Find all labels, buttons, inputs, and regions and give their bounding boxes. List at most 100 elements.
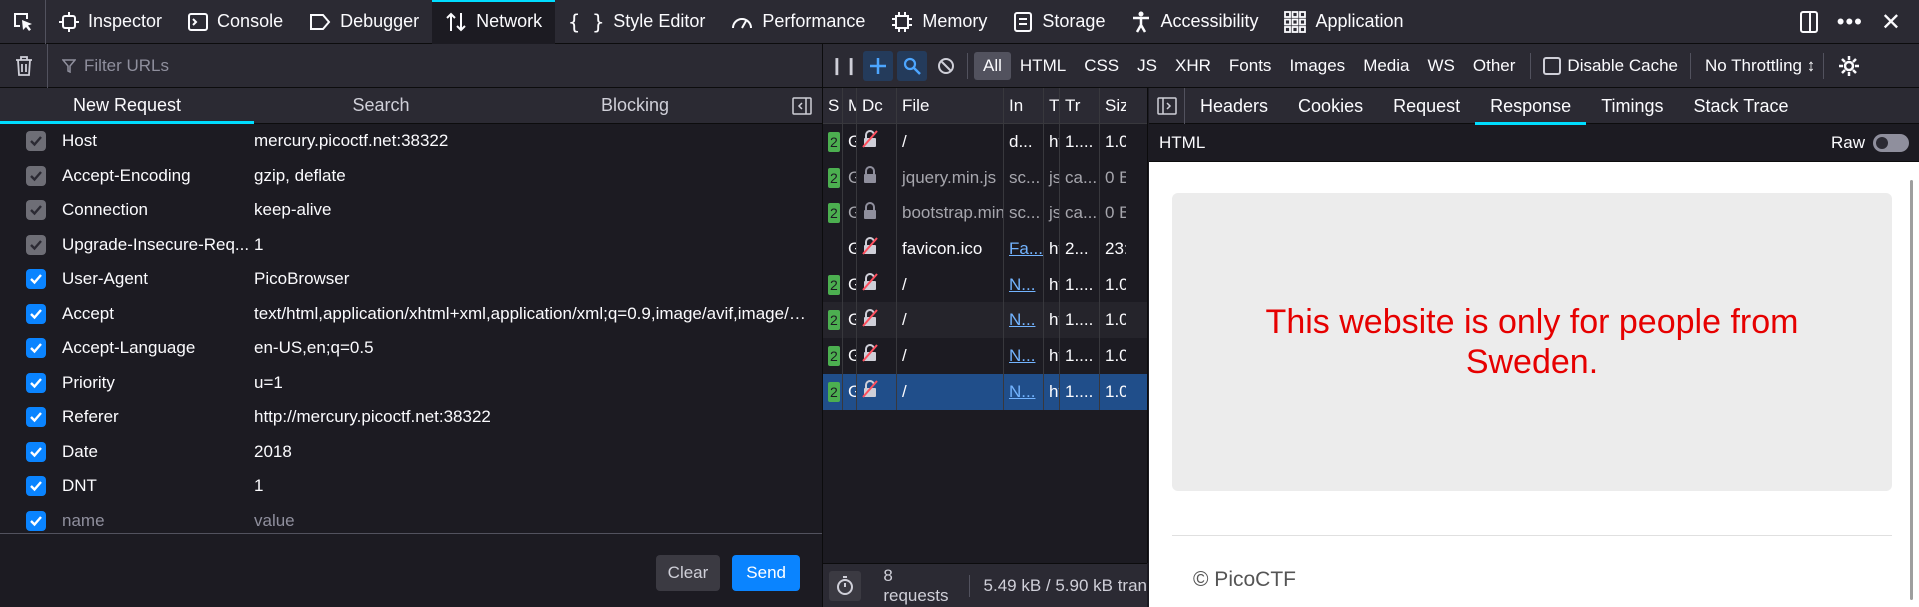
header-checkbox[interactable] (26, 338, 46, 359)
header-checkbox[interactable] (26, 165, 46, 186)
filter-type-html[interactable]: HTML (1011, 52, 1075, 80)
request-row[interactable]: 2G / N... ht 1.... 1.0 (823, 373, 1147, 410)
header-name-field[interactable]: Accept-Language (62, 338, 254, 358)
header-checkbox[interactable] (26, 234, 46, 255)
toggle-sidebar-icon[interactable] (1149, 87, 1185, 124)
search-icon[interactable] (897, 50, 927, 81)
header-value-field[interactable]: 2018 (254, 442, 814, 462)
header-value-field[interactable]: mercury.picoctf.net:38322 (254, 131, 814, 151)
filter-type-js[interactable]: JS (1128, 52, 1166, 80)
pause-icon[interactable]: ❙❙ (829, 51, 859, 81)
tab-accessibility[interactable]: Accessibility (1118, 0, 1271, 44)
header-value-field[interactable]: http://mercury.picoctf.net:38322 (254, 407, 814, 427)
dock-side-icon[interactable] (1799, 10, 1819, 34)
element-picker-icon[interactable] (0, 0, 46, 44)
details-tab-response[interactable]: Response (1475, 88, 1587, 125)
request-row[interactable]: 2Gjquery.min.js sc... js ca... 0 B (823, 159, 1147, 196)
more-options-icon[interactable]: ••• (1837, 9, 1863, 35)
filter-type-other[interactable]: Other (1464, 52, 1525, 80)
column-domain[interactable]: Dc (857, 88, 897, 123)
details-tab-stack-trace[interactable]: Stack Trace (1679, 88, 1804, 124)
header-name-field[interactable]: User-Agent (62, 269, 254, 289)
stopwatch-icon[interactable] (829, 570, 862, 601)
throttling-select[interactable]: No Throttling ↕ (1705, 56, 1815, 76)
header-value-field[interactable]: keep-alive (254, 200, 814, 220)
details-tab-cookies[interactable]: Cookies (1283, 88, 1378, 124)
column-file[interactable]: File (897, 88, 1004, 123)
filter-type-images[interactable]: Images (1280, 52, 1354, 80)
tab-inspector[interactable]: Inspector (46, 0, 175, 44)
header-name-field[interactable]: Accept-Encoding (62, 166, 254, 186)
column-size[interactable]: Siz (1100, 88, 1126, 123)
header-value-field[interactable]: 1 (254, 476, 814, 496)
clear-button[interactable]: Clear (655, 555, 721, 591)
tab-performance[interactable]: Performance (718, 0, 878, 44)
filter-type-fonts[interactable]: Fonts (1220, 52, 1281, 80)
details-tab-headers[interactable]: Headers (1185, 88, 1283, 124)
gear-icon[interactable] (1838, 55, 1860, 77)
tab-debugger[interactable]: Debugger (296, 0, 432, 44)
tab-console[interactable]: Console (175, 0, 296, 44)
filter-urls-input[interactable]: Filter URLs (48, 56, 169, 76)
send-button[interactable]: Send (732, 555, 800, 591)
filter-type-xhr[interactable]: XHR (1166, 52, 1220, 80)
request-row[interactable]: 2G / N... ht 1.... 1.0 (823, 302, 1147, 339)
header-checkbox[interactable] (26, 407, 46, 428)
header-value-field[interactable]: PicoBrowser (254, 269, 814, 289)
header-value-field[interactable]: u=1 (254, 373, 814, 393)
request-row[interactable]: 2G / N... ht 1.... 1.0 (823, 266, 1147, 303)
new-request-icon[interactable] (863, 50, 893, 81)
header-checkbox[interactable] (26, 510, 46, 531)
header-name-field[interactable]: Referer (62, 407, 254, 427)
filter-type-media[interactable]: Media (1354, 52, 1418, 80)
block-icon[interactable] (931, 51, 961, 81)
request-row[interactable]: 2Gbootstrap.minsc... js ca... 0 B (823, 195, 1147, 232)
tab-new-request[interactable]: New Request (0, 88, 254, 124)
column-initiator[interactable]: In (1004, 88, 1044, 123)
header-name-field[interactable]: name (62, 511, 254, 531)
column-status[interactable]: S (823, 88, 843, 123)
raw-toggle[interactable]: Raw (1831, 133, 1909, 153)
preview-scrollbar[interactable] (1910, 180, 1913, 600)
tab-storage[interactable]: Storage (1000, 0, 1118, 44)
details-tab-timings[interactable]: Timings (1586, 88, 1678, 124)
tab-memory[interactable]: Memory (878, 0, 1000, 44)
header-name-field[interactable]: Date (62, 442, 254, 462)
filter-type-ws[interactable]: WS (1419, 52, 1464, 80)
header-checkbox[interactable] (26, 476, 46, 497)
collapse-panel-icon[interactable] (792, 97, 812, 115)
tab-network[interactable]: Network (432, 0, 556, 44)
trash-icon[interactable] (0, 43, 48, 88)
column-method[interactable]: M (843, 88, 857, 123)
column-transferred[interactable]: Tr (1060, 88, 1100, 123)
close-icon[interactable]: ✕ (1881, 8, 1901, 37)
header-value-field[interactable]: gzip, deflate (254, 166, 814, 186)
header-name-field[interactable]: DNT (62, 476, 254, 496)
header-name-field[interactable]: Priority (62, 373, 254, 393)
header-value-field[interactable]: 1 (254, 235, 814, 255)
column-type[interactable]: T (1044, 88, 1060, 123)
filter-type-all[interactable]: All (974, 51, 1011, 80)
header-checkbox[interactable] (26, 131, 46, 152)
request-row[interactable]: Gfavicon.ico Fa...ht 2... 23: (823, 231, 1147, 267)
request-row[interactable]: 2G / d... ht 1.... 1.0 (823, 124, 1147, 160)
header-checkbox[interactable] (26, 303, 46, 324)
header-name-field[interactable]: Upgrade-Insecure-Req... (62, 235, 254, 255)
details-tab-request[interactable]: Request (1378, 88, 1475, 124)
tab-style-editor[interactable]: { } Style Editor (555, 0, 718, 44)
request-row[interactable]: 2G / N... ht 1.... 1.0 (823, 338, 1147, 374)
filter-type-css[interactable]: CSS (1075, 52, 1128, 80)
raw-toggle-switch[interactable] (1873, 133, 1909, 152)
header-checkbox[interactable] (26, 372, 46, 393)
header-checkbox[interactable] (26, 269, 46, 290)
tab-application[interactable]: Application (1271, 0, 1416, 44)
tab-blocking[interactable]: Blocking (508, 88, 762, 123)
header-name-field[interactable]: Accept (62, 304, 254, 324)
header-value-field[interactable]: text/html,application/xhtml+xml,applicat… (254, 304, 814, 324)
header-checkbox[interactable] (26, 441, 46, 462)
header-name-field[interactable]: Connection (62, 200, 254, 220)
header-checkbox[interactable] (26, 200, 46, 221)
tab-search[interactable]: Search (254, 88, 508, 123)
header-value-field[interactable]: value (254, 511, 814, 531)
header-name-field[interactable]: Host (62, 131, 254, 151)
